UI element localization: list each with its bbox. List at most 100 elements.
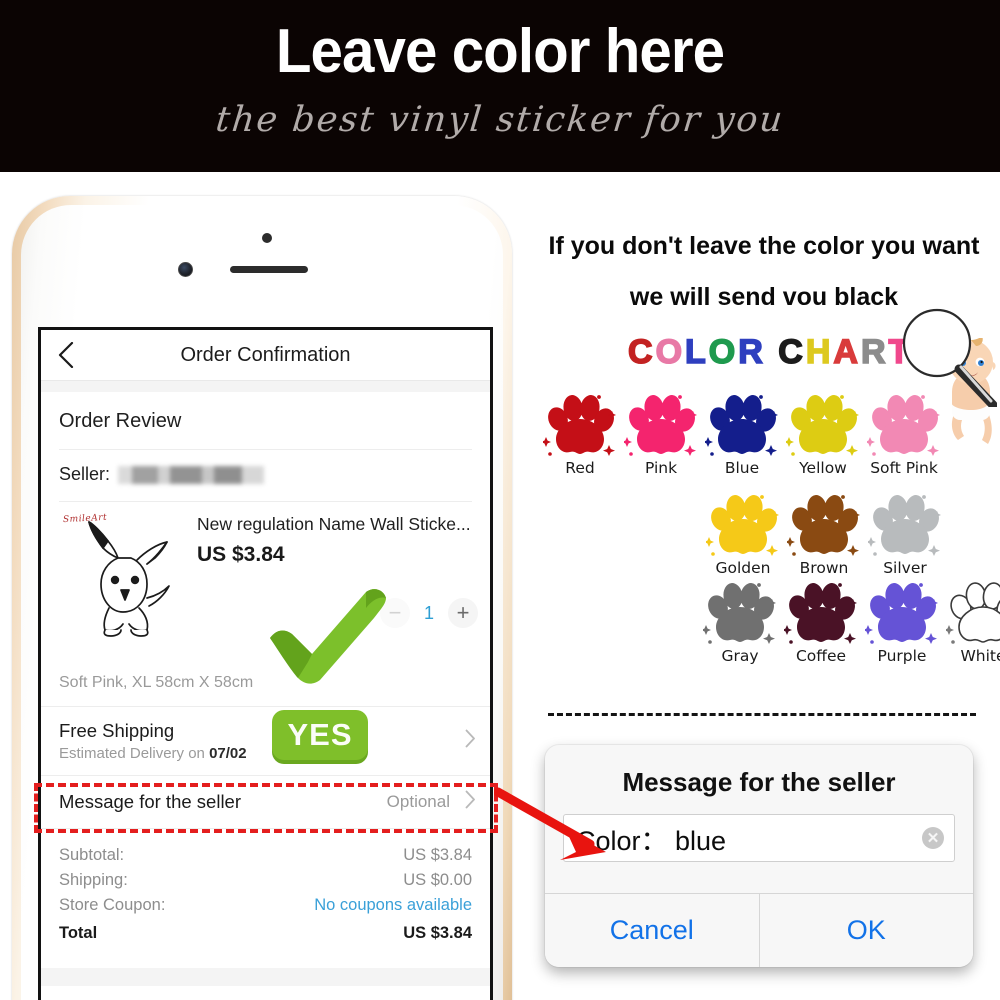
paw-swatch-label: Soft Pink	[870, 459, 938, 477]
total-label: Total	[59, 924, 98, 942]
paw-swatch-red: Red	[534, 393, 626, 477]
seller-name-redacted	[118, 465, 265, 484]
page-root: Leave color here the best vinyl sticker …	[0, 0, 1000, 1000]
paw-swatch-brown: Brown	[778, 493, 870, 577]
paw-swatch-label: Gray	[721, 647, 759, 665]
paw-print-icon	[946, 582, 1000, 644]
paw-swatch-label: Golden	[715, 559, 771, 577]
shipping-chevron-right-icon	[465, 729, 476, 753]
product-variant: Soft Pink, XL 58cm X 58cm	[59, 674, 254, 691]
message-chevron-right-icon	[465, 790, 476, 814]
dialog-title: Message for the seller	[622, 767, 896, 797]
message-for-seller-row[interactable]: Message for the seller Optional	[41, 775, 490, 828]
paw-print-icon	[867, 395, 940, 456]
shipping-estimate-date: 07/02	[209, 745, 247, 762]
cancel-button[interactable]: Cancel	[545, 894, 759, 967]
shipping-estimate: Estimated Delivery on 07/02	[59, 745, 472, 762]
paw-swatch-purple: Purple	[856, 581, 948, 665]
section-spacer	[41, 968, 490, 986]
dialog-input-wrapper[interactable]: Color： blue ✕	[563, 814, 955, 862]
pikachu-line-art-icon	[88, 521, 170, 637]
paw-swatch-soft-pink: Soft Pink	[858, 393, 950, 477]
paw-print-icon	[624, 395, 697, 456]
paw-swatch-yellow: Yellow	[777, 393, 869, 477]
paw-print-icon	[706, 495, 779, 556]
front-camera-icon	[178, 262, 193, 277]
phone-screen: Order Confirmation Order Review Seller: …	[38, 327, 493, 1000]
quantity-decrease-button[interactable]: −	[380, 598, 410, 628]
product-price: US $3.84	[197, 543, 285, 566]
proximity-sensor-icon	[262, 233, 272, 243]
color-chart-title-letter: C	[627, 332, 656, 372]
total-label: Subtotal:	[59, 846, 125, 864]
product-row[interactable]: SmileArt New regulation Name Wall Sticke…	[41, 502, 490, 672]
color-chart-title-letter	[766, 333, 778, 371]
total-value: US $3.84	[403, 924, 472, 942]
color-chart-title-letter: C	[777, 332, 806, 372]
paw-print-icon	[868, 495, 941, 556]
total-value: No coupons available	[314, 896, 472, 914]
product-thumbnail: SmileArt	[59, 512, 179, 640]
paw-swatch-pink: Pink	[615, 393, 707, 477]
navbar-spacer	[41, 381, 490, 392]
paw-swatch-golden: Golden	[697, 493, 789, 577]
banner-subtitle: the best vinyl sticker for you	[213, 100, 787, 140]
color-chart-title-letter: H	[805, 332, 834, 372]
message-for-seller-label: Message for the seller	[59, 791, 242, 812]
paw-swatch-label: White	[960, 647, 1000, 665]
dialog-actions: Cancel OK	[545, 893, 973, 967]
color-chart-title-letter: R	[860, 332, 889, 372]
message-input-value: Color： blue	[576, 825, 727, 856]
paw-swatch-label: Brown	[799, 559, 849, 577]
shipping-title: Free Shipping	[59, 720, 175, 741]
total-value: US $3.84	[403, 846, 472, 864]
paw-print-icon	[705, 395, 778, 456]
table-row: Shipping: US $0.00	[59, 868, 472, 893]
paw-swatch-label: Purple	[877, 647, 927, 665]
table-row[interactable]: Store Coupon: No coupons available	[59, 893, 472, 918]
paw-print-icon	[543, 395, 616, 456]
message-for-seller-value: Optional	[386, 792, 450, 811]
color-chart-title-letter: O	[655, 332, 686, 372]
color-chart-title-letter: R	[737, 332, 766, 372]
shipping-estimate-prefix: Estimated Delivery on	[59, 745, 205, 762]
yes-badge: YES	[272, 710, 368, 760]
color-chart-title-letter: A	[833, 332, 861, 372]
paw-print-icon	[786, 395, 859, 456]
table-row: Total US $3.84	[59, 918, 472, 946]
total-value: US $0.00	[403, 871, 472, 889]
paw-swatch-white: White	[937, 581, 1000, 665]
paw-swatch-label: Silver	[883, 559, 927, 577]
paw-swatch-label: Coffee	[795, 647, 847, 665]
paw-swatch-label: Red	[565, 459, 595, 477]
seller-label: Seller:	[59, 464, 111, 484]
paw-swatch-label: Yellow	[799, 459, 847, 477]
paw-swatch-blue: Blue	[696, 393, 788, 477]
color-chart-title: COLOR CHART	[627, 332, 912, 372]
paw-print-icon	[865, 583, 938, 644]
paw-swatch-silver: Silver	[859, 493, 951, 577]
app-navbar: Order Confirmation	[41, 330, 490, 381]
table-row: Subtotal: US $3.84	[59, 843, 472, 868]
notice-line-2: we will send vou black	[629, 283, 899, 311]
paw-print-icon	[787, 495, 860, 556]
quantity-stepper[interactable]: − 1 +	[380, 598, 478, 628]
paw-print-icon	[784, 583, 857, 644]
product-title: New regulation Name Wall Sticke...	[197, 514, 471, 534]
paw-swatch-label: Blue	[724, 459, 760, 477]
order-totals: Subtotal: US $3.84 Shipping: US $0.00 St…	[41, 828, 490, 960]
order-review-heading: Order Review	[59, 410, 182, 432]
paw-swatch-grid: Red Pink Blue Yellow Soft Pink Golden Br…	[528, 393, 1000, 678]
seller-row[interactable]: Seller:	[41, 450, 490, 501]
color-chart-title-letter: L	[684, 332, 709, 372]
notice-line-1: If you don't leave the color you want	[548, 232, 980, 260]
paw-swatch-gray: Gray	[694, 581, 786, 665]
ok-button[interactable]: OK	[758, 894, 973, 967]
color-chart-title-letter: O	[708, 332, 739, 372]
clear-circle-icon[interactable]: ✕	[922, 827, 944, 849]
message-dialog: Message for the seller Color： blue ✕ Can…	[545, 745, 973, 967]
shipping-row[interactable]: Free Shipping Estimated Delivery on 07/0…	[41, 706, 490, 775]
paw-swatch-coffee: Coffee	[775, 581, 867, 665]
header-banner: Leave color here the best vinyl sticker …	[0, 0, 1000, 172]
quantity-increase-button[interactable]: +	[448, 598, 478, 628]
